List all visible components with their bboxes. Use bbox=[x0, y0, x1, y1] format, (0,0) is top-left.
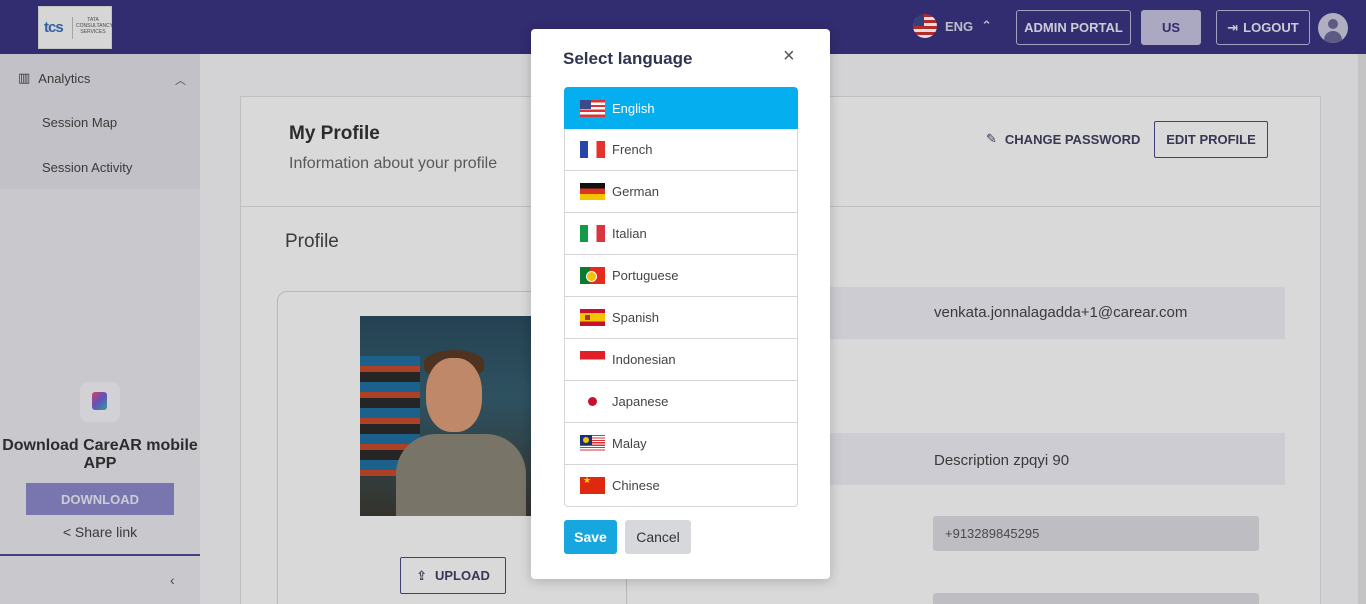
cancel-button[interactable]: Cancel bbox=[625, 520, 691, 554]
language-option-spanish[interactable]: Spanish bbox=[564, 297, 798, 339]
save-button[interactable]: Save bbox=[564, 520, 617, 554]
modal-title: Select language bbox=[563, 49, 693, 68]
jp-flag-icon bbox=[580, 393, 605, 410]
language-label: Portuguese bbox=[612, 268, 679, 283]
language-label: German bbox=[612, 184, 659, 199]
language-option-chinese[interactable]: Chinese bbox=[564, 465, 798, 507]
es-flag-icon bbox=[580, 309, 605, 326]
my-flag-icon bbox=[580, 435, 605, 452]
language-label: English bbox=[612, 100, 655, 116]
id-flag-icon bbox=[580, 351, 605, 368]
language-option-japanese[interactable]: Japanese bbox=[564, 381, 798, 423]
de-flag-icon bbox=[580, 183, 605, 200]
language-option-malay[interactable]: Malay bbox=[564, 423, 798, 465]
language-label: French bbox=[612, 142, 653, 157]
language-option-french[interactable]: French bbox=[564, 129, 798, 171]
it-flag-icon bbox=[580, 225, 605, 242]
language-label: Indonesian bbox=[612, 352, 676, 367]
language-option-portuguese[interactable]: Portuguese bbox=[564, 255, 798, 297]
language-option-italian[interactable]: Italian bbox=[564, 213, 798, 255]
language-option-indonesian[interactable]: Indonesian bbox=[564, 339, 798, 381]
language-label: Italian bbox=[612, 226, 647, 241]
pt-flag-icon bbox=[580, 267, 605, 284]
language-modal: Select language × English French German … bbox=[531, 29, 830, 579]
language-option-english[interactable]: English bbox=[564, 87, 798, 129]
fr-flag-icon bbox=[580, 141, 605, 158]
language-label: Chinese bbox=[612, 478, 660, 493]
us-flag-icon bbox=[580, 99, 605, 117]
close-icon[interactable]: × bbox=[783, 45, 795, 68]
language-label: Spanish bbox=[612, 310, 659, 325]
language-label: Malay bbox=[612, 436, 647, 451]
language-label: Japanese bbox=[612, 394, 669, 409]
language-option-german[interactable]: German bbox=[564, 171, 798, 213]
cn-flag-icon bbox=[580, 477, 605, 494]
language-list: English French German Italian Portuguese… bbox=[564, 87, 798, 507]
